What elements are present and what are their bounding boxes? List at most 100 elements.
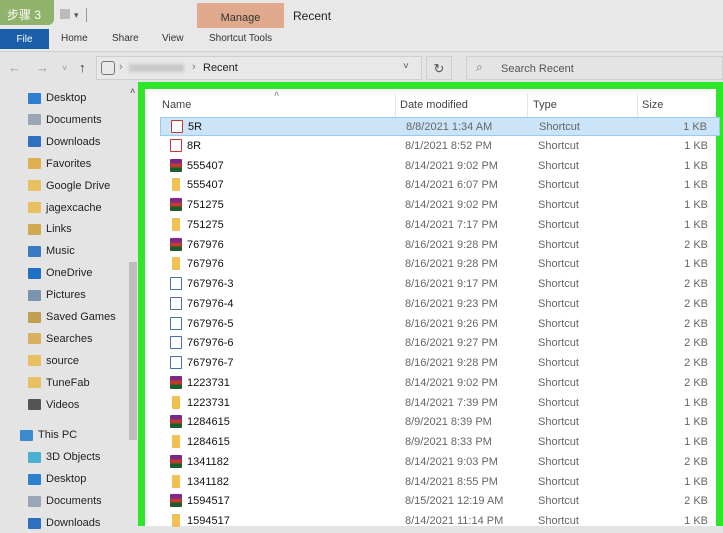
sidebar-item-this-pc[interactable]: This PC: [20, 425, 77, 445]
sidebar-item[interactable]: Favorites: [28, 154, 91, 174]
column-header-type[interactable]: Type: [533, 99, 557, 111]
sort-ascending-icon: ˄: [274, 89, 280, 99]
file-date: 8/1/2021 8:52 PM: [405, 139, 492, 152]
search-input[interactable]: Search Recent: [466, 56, 723, 80]
sidebar-item[interactable]: Pictures: [28, 285, 86, 305]
file-row[interactable]: 555407 8/14/2021 9:02 PM Shortcut 1 KB: [160, 157, 720, 176]
file-name: 767976-3: [187, 278, 234, 290]
file-row[interactable]: 751275 8/14/2021 9:02 PM Shortcut 1 KB: [160, 196, 720, 215]
sidebar-item[interactable]: Music: [28, 241, 75, 261]
sidebar-item[interactable]: 3D Objects: [28, 447, 100, 467]
sidebar-item-label: 3D Objects: [46, 451, 101, 463]
tab-shortcut-tools[interactable]: Shortcut Tools: [209, 33, 272, 44]
refresh-button[interactable]: ↻: [426, 56, 452, 80]
file-name: 1284615: [187, 436, 230, 448]
file-row[interactable]: 767976 8/16/2021 9:28 PM Shortcut 2 KB: [160, 236, 720, 255]
file-name: 8R: [187, 139, 202, 152]
file-name: 751275: [187, 199, 224, 211]
file-row[interactable]: 767976-4 8/16/2021 9:23 PM Shortcut 2 KB: [160, 295, 720, 314]
file-row[interactable]: 1223731 8/14/2021 7:39 PM Shortcut 1 KB: [160, 394, 720, 413]
file-type: Shortcut: [539, 121, 580, 133]
sidebar-item[interactable]: TuneFab: [28, 373, 90, 393]
address-bar[interactable]: › › Recent ˅: [96, 56, 422, 80]
file-row[interactable]: 1594517 8/14/2021 11:14 PM Shortcut 1 KB: [160, 512, 720, 531]
rar-file-icon: [170, 375, 182, 389]
breadcrumb-separator: ›: [119, 61, 123, 73]
recent-places-icon: [101, 61, 115, 75]
forward-arrow-icon[interactable]: →: [36, 60, 49, 75]
sidebar-item[interactable]: Searches: [28, 329, 92, 349]
sidebar-scrollbar[interactable]: [129, 262, 137, 440]
file-row[interactable]: 1223731 8/14/2021 9:02 PM Shortcut 2 KB: [160, 374, 720, 393]
file-row[interactable]: 1341182 8/14/2021 8:55 PM Shortcut 1 KB: [160, 473, 720, 492]
scroll-up-icon[interactable]: ˄: [130, 86, 135, 96]
sidebar-item[interactable]: jagexcache: [28, 198, 102, 218]
address-history-chevron-icon[interactable]: ˅: [403, 61, 409, 72]
documents-icon: [28, 495, 41, 507]
file-row[interactable]: 1284615 8/9/2021 8:33 PM Shortcut 1 KB: [160, 433, 720, 452]
file-row[interactable]: 767976-3 8/16/2021 9:17 PM Shortcut 2 KB: [160, 275, 720, 294]
file-row[interactable]: 8R 8/1/2021 8:52 PM Shortcut 1 KB: [160, 137, 720, 156]
sidebar-item-label: Documents: [46, 113, 102, 126]
sidebar-item[interactable]: Documents: [28, 110, 102, 130]
sidebar-item[interactable]: Saved Games: [28, 307, 116, 327]
step-badge: 步骤 3: [0, 0, 54, 25]
tab-view[interactable]: View: [162, 33, 184, 44]
column-header-name[interactable]: Name: [162, 99, 191, 111]
ribbon: [0, 30, 723, 52]
sidebar-item-label: Downloads: [46, 135, 101, 148]
computer-icon: [20, 429, 33, 441]
file-type: Shortcut: [538, 455, 579, 468]
file-row[interactable]: 767976 8/16/2021 9:28 PM Shortcut 1 KB: [160, 255, 720, 274]
img-file-icon: [170, 277, 182, 290]
file-row[interactable]: 1594517 8/15/2021 12:19 AM Shortcut 2 KB: [160, 492, 720, 511]
sidebar-item[interactable]: Desktop: [28, 469, 86, 489]
file-size: 1 KB: [684, 139, 708, 152]
tab-share[interactable]: Share: [112, 33, 139, 44]
desktop-icon: [28, 92, 41, 104]
recent-locations-chevron-icon[interactable]: ˅: [62, 63, 67, 73]
file-size: 1 KB: [684, 436, 708, 448]
sidebar-item[interactable]: source: [28, 351, 79, 371]
sidebar-item[interactable]: Downloads: [28, 513, 100, 533]
up-arrow-icon[interactable]: ↑: [79, 60, 86, 75]
file-row[interactable]: 751275 8/14/2021 7:17 PM Shortcut 1 KB: [160, 216, 720, 235]
column-header-date[interactable]: Date modified: [400, 99, 468, 111]
file-row[interactable]: 1341182 8/14/2021 9:03 PM Shortcut 2 KB: [160, 453, 720, 472]
file-row[interactable]: 767976-5 8/16/2021 9:26 PM Shortcut 2 KB: [160, 315, 720, 334]
breadcrumb-current[interactable]: Recent: [203, 62, 238, 74]
sidebar-item[interactable]: Google Drive: [28, 176, 110, 196]
file-name: 1594517: [187, 495, 230, 508]
file-size: 2 KB: [684, 317, 708, 330]
file-name: 767976: [187, 258, 224, 271]
column-header-size[interactable]: Size: [642, 99, 663, 111]
sidebar-item[interactable]: Documents: [28, 491, 102, 511]
file-type: Shortcut: [538, 278, 579, 290]
file-row[interactable]: 5R 8/8/2021 1:34 AM Shortcut 1 KB: [160, 117, 720, 136]
file-type: Shortcut: [538, 139, 579, 152]
file-date: 8/14/2021 9:03 PM: [405, 455, 498, 468]
sidebar-item[interactable]: Videos: [28, 395, 79, 415]
quick-access-toolbar-icon[interactable]: [60, 9, 70, 19]
sidebar-item[interactable]: Desktop: [28, 88, 86, 108]
tab-home[interactable]: Home: [61, 33, 88, 44]
sidebar-item[interactable]: Downloads: [28, 132, 100, 152]
back-arrow-icon[interactable]: ←: [8, 60, 21, 75]
sidebar-item[interactable]: Links: [28, 219, 72, 239]
file-row[interactable]: 767976-7 8/16/2021 9:28 PM Shortcut 2 KB: [160, 354, 720, 373]
downloads-icon: [28, 517, 41, 529]
file-date: 8/14/2021 8:55 PM: [405, 475, 498, 488]
divider: [86, 8, 87, 22]
folder-file-icon: [172, 217, 180, 231]
file-row[interactable]: 1284615 8/9/2021 8:39 PM Shortcut 1 KB: [160, 413, 720, 432]
search-icon: ⌕: [476, 60, 483, 74]
customize-toolbar-icon[interactable]: ▾: [74, 10, 79, 21]
sidebar-item[interactable]: OneDrive: [28, 263, 92, 283]
sidebar-item-label: Desktop: [46, 473, 87, 485]
manage-context-tab[interactable]: Manage: [197, 3, 284, 28]
file-tab[interactable]: File: [0, 29, 49, 49]
file-date: 8/16/2021 9:28 PM: [405, 238, 498, 251]
file-row[interactable]: 767976-6 8/16/2021 9:27 PM Shortcut 2 KB: [160, 334, 720, 353]
sidebar-item-label: Favorites: [46, 157, 92, 170]
file-row[interactable]: 555407 8/14/2021 6:07 PM Shortcut 1 KB: [160, 176, 720, 195]
